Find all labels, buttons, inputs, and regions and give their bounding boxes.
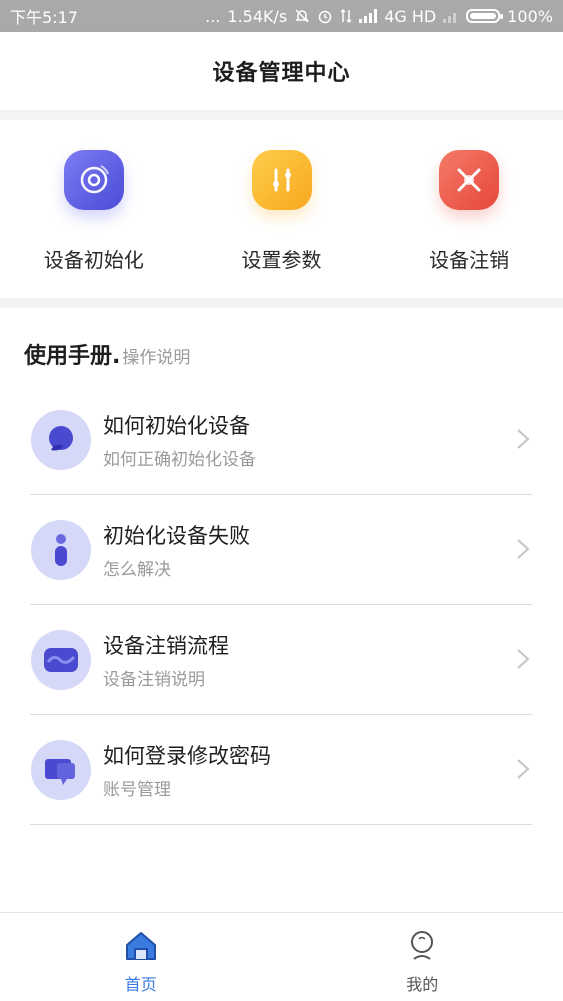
item-title: 如何登录修改密码 [103,740,271,770]
chevron-right-icon [516,428,530,454]
status-bar: 下午5:17 ... 1.54K/s 4G HD 100% [0,0,563,32]
action-device-init[interactable]: 设备初始化 [0,120,188,298]
status-dots: ... [205,7,220,26]
signal-icon [359,9,377,23]
data-transfer-icon [340,8,352,24]
item-title: 设备注销流程 [103,630,229,660]
tab-label: 首页 [125,971,157,995]
action-label: 设备注销 [429,244,509,273]
info-icon [31,520,91,580]
bottom-tabbar: 首页 我的 [0,912,563,1001]
list-item-init-failed[interactable]: 初始化设备失败 怎么解决 [30,495,532,605]
list-item-init-device[interactable]: 如何初始化设备 如何正确初始化设备 [30,385,532,495]
chevron-right-icon [516,758,530,784]
chevron-right-icon [516,538,530,564]
item-subtitle: 如何正确初始化设备 [103,445,256,470]
item-subtitle: 怎么解决 [103,555,250,580]
item-subtitle: 设备注销说明 [103,665,229,690]
section-subtitle: 操作说明 [122,343,190,368]
profile-icon [404,929,440,967]
battery-icon [466,9,500,23]
item-title: 初始化设备失败 [103,520,250,550]
wave-icon [31,630,91,690]
mute-bell-icon [294,8,310,24]
manual-header: 使用手册. 操作说明 [24,338,190,370]
action-set-params[interactable]: 设置参数 [188,120,376,298]
tab-mine[interactable]: 我的 [282,913,563,1001]
chevron-right-icon [516,648,530,674]
bubble-icon [31,410,91,470]
item-title: 如何初始化设备 [103,410,256,440]
home-icon [123,929,159,967]
section-title: 使用手册. [24,338,120,370]
list-item-cancel-process[interactable]: 设备注销流程 设备注销说明 [30,605,532,715]
divider [0,298,563,308]
tab-label: 我的 [406,971,438,995]
status-network: 4G HD [384,7,436,26]
status-time: 下午5:17 [10,4,78,28]
title-bar: 设备管理中心 [0,32,563,110]
status-battery: 100% [507,7,553,26]
tab-home[interactable]: 首页 [0,913,282,1001]
status-speed: 1.54K/s [227,7,287,26]
page-title: 设备管理中心 [212,55,350,87]
alarm-icon [317,8,333,24]
cancel-icon [439,150,499,210]
action-device-cancel[interactable]: 设备注销 [375,120,563,298]
disc-icon [64,150,124,210]
action-label: 设备初始化 [44,244,144,273]
wifi-off-icon [443,9,459,23]
sliders-icon [252,150,312,210]
message-icon [31,740,91,800]
item-subtitle: 账号管理 [103,775,271,800]
divider [0,110,563,120]
action-label: 设置参数 [242,244,322,273]
list-item-login-password[interactable]: 如何登录修改密码 账号管理 [30,715,532,825]
manual-list: 如何初始化设备 如何正确初始化设备 初始化设备失败 怎么解决 [30,385,532,825]
quick-actions: 设备初始化 设置参数 设备注销 [0,120,563,298]
